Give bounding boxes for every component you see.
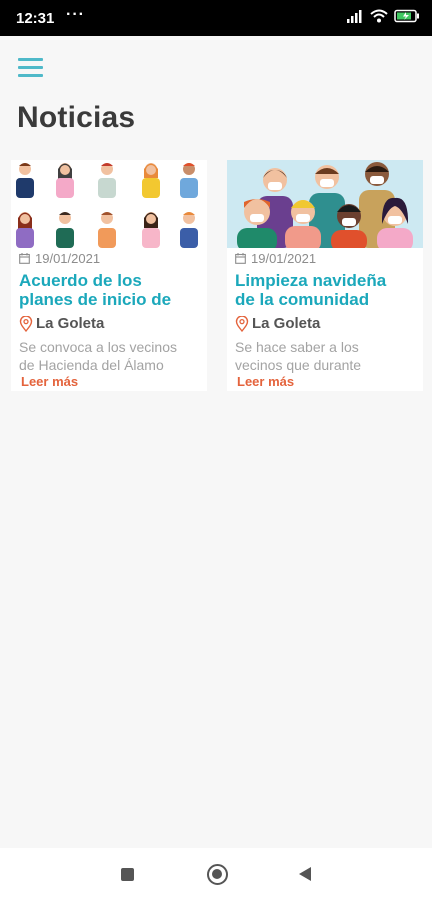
system-nav-bar: [0, 848, 432, 900]
news-date: 19/01/2021: [35, 251, 101, 266]
calendar-icon: [235, 253, 246, 264]
news-excerpt-line: vecinos que durante: [235, 357, 362, 373]
battery-icon: [394, 9, 419, 23]
news-card[interactable]: 19/01/2021 Limpieza navideña de la comun…: [227, 160, 423, 391]
status-bar: 12:31 ···: [0, 0, 432, 36]
news-location-row: La Goleta: [19, 315, 104, 332]
news-excerpt-line: Se hace saber a los: [235, 339, 359, 355]
status-time: 12:31: [16, 10, 55, 27]
crowd-with-masks: [227, 160, 423, 248]
news-location: La Goleta: [252, 315, 321, 332]
read-more-link[interactable]: Leer más: [21, 374, 78, 389]
news-date: 19/01/2021: [251, 251, 317, 266]
menu-button[interactable]: [18, 58, 44, 78]
news-title-line: Limpieza navideña: [235, 271, 387, 290]
news-location: La Goleta: [36, 315, 105, 332]
page-title: Noticias: [17, 101, 136, 134]
wifi-icon: [370, 9, 388, 23]
calendar-icon: [19, 253, 30, 264]
news-location-row: La Goleta: [235, 315, 320, 332]
home-icon[interactable]: [207, 864, 228, 885]
news-date-row: 19/01/2021: [235, 251, 316, 266]
location-pin-icon: [19, 315, 33, 332]
news-excerpt-line: Se convoca a los vecinos: [19, 339, 177, 355]
back-icon[interactable]: [299, 867, 311, 881]
menu-icon-bar: [18, 66, 43, 69]
menu-icon: [18, 58, 43, 61]
news-title-line: Acuerdo de los: [19, 271, 142, 290]
news-excerpt: Se hace saber a los vecinos que durante: [235, 338, 423, 374]
location-pin-icon: [235, 315, 249, 332]
status-icons: [346, 9, 420, 23]
news-title[interactable]: Acuerdo de los planes de inicio de: [19, 271, 204, 309]
news-excerpt-line: de Hacienda del Álamo: [19, 357, 164, 373]
signal-icon: [347, 10, 362, 23]
menu-icon-bar: [18, 74, 43, 77]
news-image: [11, 160, 207, 248]
news-excerpt: Se convoca a los vecinos de Hacienda del…: [19, 338, 207, 374]
read-more-link[interactable]: Leer más: [237, 374, 294, 389]
news-card[interactable]: 19/01/2021 Acuerdo de los planes de inic…: [11, 160, 207, 391]
recents-icon[interactable]: [121, 868, 134, 881]
notification-dots: ···: [66, 6, 85, 23]
news-image: [227, 160, 423, 248]
news-title-line: de la comunidad: [235, 290, 370, 309]
crowd-illustration-grid: [11, 160, 207, 248]
news-title-line: planes de inicio de: [19, 290, 172, 309]
news-title[interactable]: Limpieza navideña de la comunidad: [235, 271, 420, 309]
news-date-row: 19/01/2021: [19, 251, 100, 266]
